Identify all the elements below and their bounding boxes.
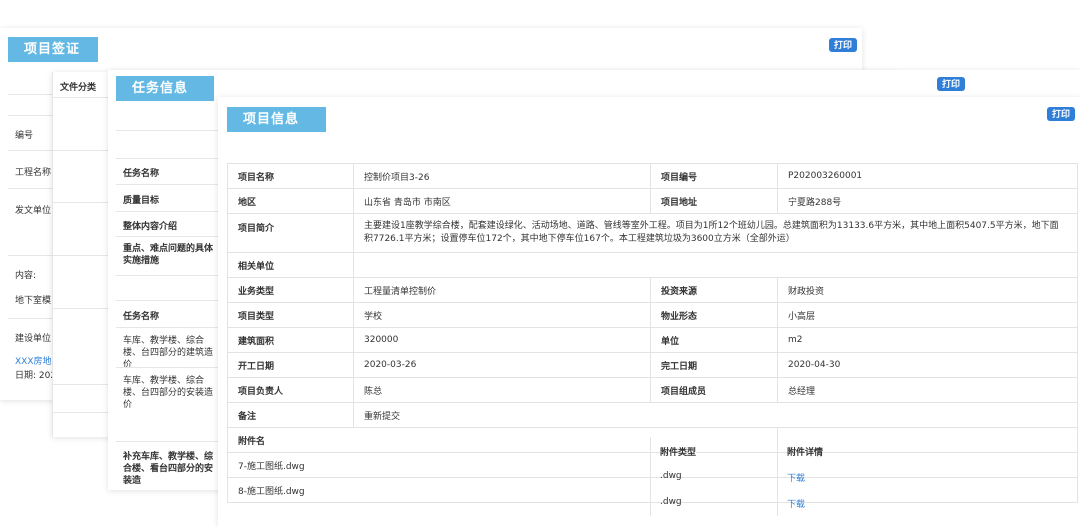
remark-label: 备注 xyxy=(227,402,354,428)
attachment-type: .dwg xyxy=(660,497,682,507)
task-row-name-2: 任务名称 xyxy=(123,312,160,322)
task-print-button[interactable]: 打印 xyxy=(937,77,966,91)
document-divider xyxy=(52,255,112,256)
table-row: 业务类型 工程量清单控制价 投资来源 财政投资 xyxy=(227,277,1078,303)
table-row: 项目类型 学校 物业形态 小高层 xyxy=(227,302,1078,328)
table-row: 8-施工图纸.dwg xyxy=(227,477,1078,503)
address-label: 项目地址 xyxy=(650,188,778,214)
task-list-item: 车库、教学楼、综合楼、台四部分的建筑造价 xyxy=(123,336,214,370)
task-row-measures: 重点、难点问题的具体实施措施 xyxy=(123,244,214,266)
building-area-value: 320000 xyxy=(353,327,651,353)
property-form-value: 小高层 xyxy=(777,302,1078,328)
visa-panel-title: 项目签证 xyxy=(8,37,98,62)
project-panel: 项目信息 打印 项目名称 控制价项目3-26 项目编号 P20200326000… xyxy=(218,97,1080,527)
end-date-value: 2020-04-30 xyxy=(777,352,1078,378)
task-panel-title: 任务信息 xyxy=(116,76,214,101)
project-number-label: 项目编号 xyxy=(650,163,778,189)
task-divider xyxy=(116,236,226,237)
table-row: 开工日期 2020-03-26 完工日期 2020-04-30 xyxy=(227,352,1078,378)
related-units-value xyxy=(353,252,1078,278)
document-divider xyxy=(52,412,112,413)
table-row: 项目简介 主要建设1座教学综合楼，配套建设绿化、活动场地、道路、管线等室外工程。… xyxy=(227,213,1078,253)
table-row: 备注 重新提交 xyxy=(227,402,1078,428)
task-divider xyxy=(116,441,226,442)
visa-field-builder: 建设单位 xyxy=(15,334,52,344)
project-panel-title: 项目信息 xyxy=(227,107,326,132)
visa-field-basement: 地下室模 xyxy=(15,296,52,306)
team-members-label: 项目组成员 xyxy=(650,377,778,403)
intro-label: 项目简介 xyxy=(227,213,354,253)
task-list-item: 车库、教学楼、综合楼、台四部分的安装造价 xyxy=(123,376,214,410)
project-leader-label: 项目负责人 xyxy=(227,377,354,403)
visa-print-button[interactable]: 打印 xyxy=(829,38,858,52)
visa-field-content: 内容: xyxy=(15,271,37,281)
document-divider xyxy=(52,308,112,309)
task-divider xyxy=(116,300,226,301)
visa-field-project-name: 工程名称 xyxy=(15,168,52,178)
project-print-button[interactable]: 打印 xyxy=(1047,107,1076,121)
document-divider xyxy=(52,150,112,151)
attachment-column-divider xyxy=(777,437,778,516)
attachment-detail-header: 附件详情 xyxy=(787,448,824,458)
property-form-label: 物业形态 xyxy=(650,302,778,328)
unit-label: 单位 xyxy=(650,327,778,353)
table-row: 项目负责人 陈总 项目组成员 总经理 xyxy=(227,377,1078,403)
project-leader-value: 陈总 xyxy=(353,377,651,403)
attachment-header-row: 附件名 附件类型 xyxy=(227,427,1078,453)
visa-builder-link[interactable]: XXX房地 xyxy=(15,354,52,367)
task-row-overview: 整体内容介绍 xyxy=(123,222,178,232)
visa-field-number: 编号 xyxy=(15,131,34,141)
task-bottom-item: 补充车库、教学楼、综合楼、看台四部分的安装造 xyxy=(123,452,214,486)
intro-value: 主要建设1座教学综合楼，配套建设绿化、活动场地、道路、管线等室外工程。项目为1所… xyxy=(353,213,1078,253)
project-type-value: 学校 xyxy=(353,302,651,328)
document-divider xyxy=(52,384,112,385)
investment-source-label: 投资来源 xyxy=(650,277,778,303)
task-divider xyxy=(116,211,226,212)
task-row-name: 任务名称 xyxy=(123,169,160,179)
visa-date: 日期: 202 xyxy=(15,371,57,381)
task-divider xyxy=(116,158,226,159)
attachment-column-divider xyxy=(650,437,651,516)
table-row: 建筑面积 320000 单位 m2 xyxy=(227,327,1078,353)
document-divider xyxy=(52,97,112,98)
project-type-label: 项目类型 xyxy=(227,302,354,328)
project-number-value: P202003260001 xyxy=(777,163,1078,189)
project-info-table: 项目名称 控制价项目3-26 项目编号 P202003260001 地区 山东省… xyxy=(227,163,1078,503)
table-row: 相关单位 xyxy=(227,252,1078,278)
task-divider xyxy=(116,130,226,131)
table-row: 地区 山东省 青岛市 市南区 项目地址 宁夏路288号 xyxy=(227,188,1078,214)
remark-value: 重新提交 xyxy=(353,402,1078,428)
download-link[interactable]: 下载 xyxy=(787,497,805,510)
address-value: 宁夏路288号 xyxy=(777,188,1078,214)
region-label: 地区 xyxy=(227,188,354,214)
building-area-label: 建筑面积 xyxy=(227,327,354,353)
related-units-label: 相关单位 xyxy=(227,252,354,278)
visa-field-issuer: 发文单位 xyxy=(15,206,52,216)
task-divider xyxy=(116,367,226,368)
investment-source-value: 财政投资 xyxy=(777,277,1078,303)
start-date-value: 2020-03-26 xyxy=(353,352,651,378)
download-link[interactable]: 下载 xyxy=(787,471,805,484)
attachment-type-header: 附件类型 xyxy=(660,445,697,458)
task-row-quality: 质量目标 xyxy=(123,196,160,206)
business-type-label: 业务类型 xyxy=(227,277,354,303)
document-category-header: 文件分类 xyxy=(60,83,97,93)
document-divider xyxy=(52,202,112,203)
task-divider xyxy=(116,327,226,328)
task-divider xyxy=(116,275,226,276)
attachment-type-cell xyxy=(777,477,1078,503)
project-name-label: 项目名称 xyxy=(227,163,354,189)
unit-value: m2 xyxy=(777,327,1078,353)
attachment-name: 8-施工图纸.dwg xyxy=(227,477,778,503)
attachment-type: .dwg xyxy=(660,471,682,481)
region-value: 山东省 青岛市 市南区 xyxy=(353,188,651,214)
team-members-value: 总经理 xyxy=(777,377,1078,403)
end-date-label: 完工日期 xyxy=(650,352,778,378)
task-divider xyxy=(116,184,226,185)
project-name-value: 控制价项目3-26 xyxy=(353,163,651,189)
business-type-value: 工程量清单控制价 xyxy=(353,277,651,303)
table-row: 7-施工图纸.dwg xyxy=(227,452,1078,478)
start-date-label: 开工日期 xyxy=(227,352,354,378)
table-row: 项目名称 控制价项目3-26 项目编号 P202003260001 xyxy=(227,163,1078,189)
